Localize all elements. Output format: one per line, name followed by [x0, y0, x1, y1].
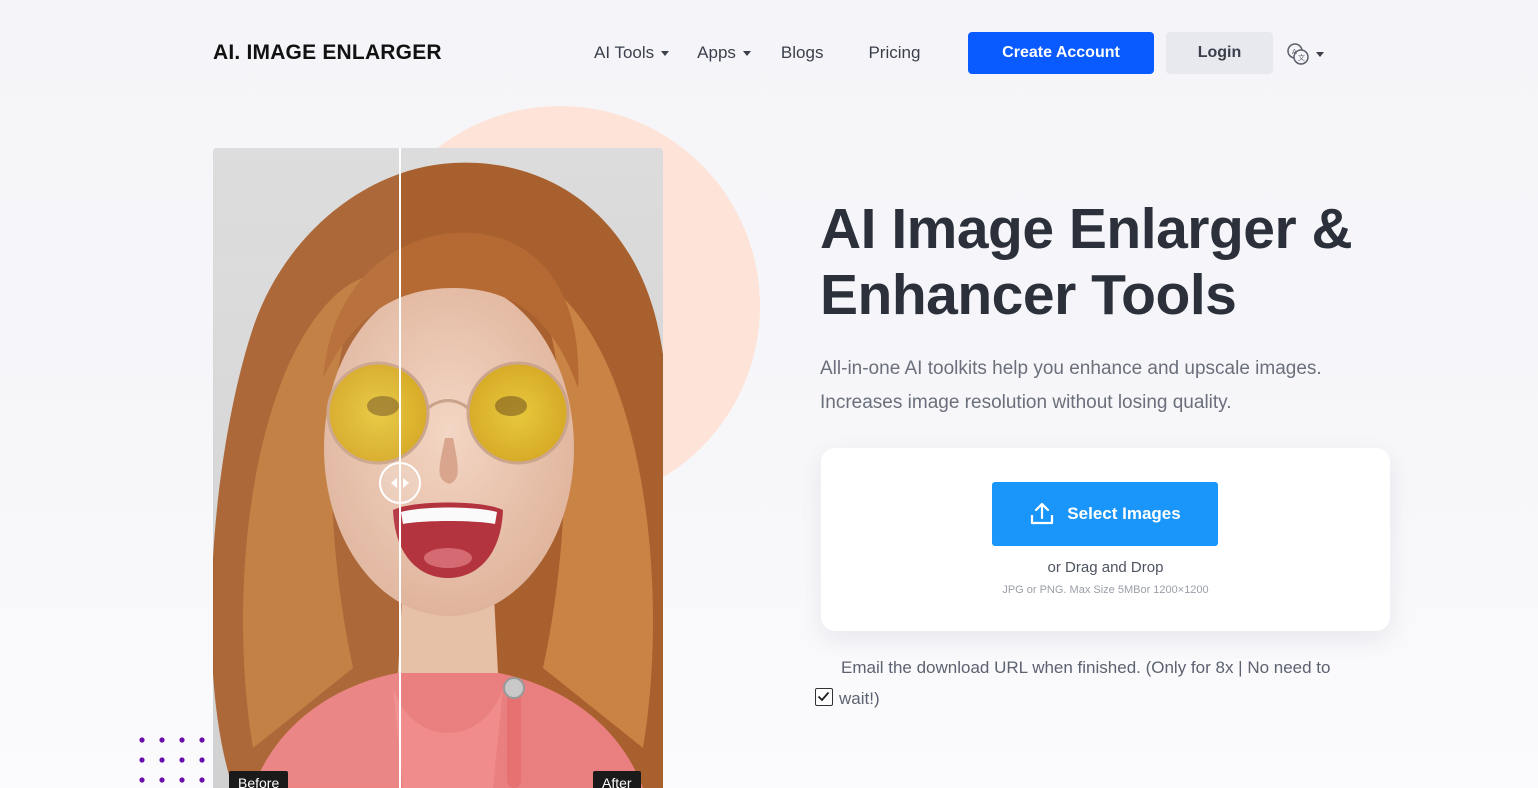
nav-ai-tools-label: AI Tools [594, 43, 655, 62]
page-title-line1: AI Image Enlarger & [820, 197, 1353, 261]
language-selector[interactable]: A 文 [1286, 42, 1326, 66]
decorative-dots [139, 737, 205, 783]
checkmark-icon [817, 691, 830, 702]
nav-blogs[interactable]: Blogs [781, 43, 824, 63]
nav-ai-tools[interactable]: AI Tools [594, 43, 670, 63]
left-right-arrows-icon [391, 478, 409, 488]
page-title-line2: Enhancer Tools [820, 263, 1237, 327]
login-button[interactable]: Login [1166, 32, 1273, 74]
translate-globe-icon: A 文 [1287, 43, 1309, 65]
chevron-down-icon [1316, 51, 1324, 57]
upload-icon [1031, 502, 1054, 525]
email-option-line2: wait!) [839, 689, 880, 708]
upload-dropzone[interactable]: Select Images or Drag and Drop JPG or PN… [821, 448, 1390, 631]
email-option-line1: Email the download URL when finished. (O… [841, 658, 1331, 677]
select-images-button[interactable]: Select Images [992, 482, 1218, 546]
create-account-button[interactable]: Create Account [968, 32, 1154, 74]
chevron-down-icon [742, 50, 751, 56]
drag-drop-text: or Drag and Drop [1047, 559, 1164, 576]
page-subtitle: All-in-one AI toolkits help you enhance … [820, 352, 1420, 420]
nav-apps[interactable]: Apps [697, 43, 751, 63]
nav-apps-label: Apps [697, 43, 736, 62]
file-requirements-hint: JPG or PNG. Max Size 5MBor 1200×1200 [1002, 584, 1209, 596]
nav-pricing[interactable]: Pricing [868, 43, 920, 63]
select-images-label: Select Images [1067, 504, 1181, 523]
email-option-checkbox[interactable] [815, 688, 833, 706]
svg-text:A: A [1292, 48, 1297, 56]
nav-blogs-label: Blogs [780, 43, 824, 62]
page-subtitle-line2: Increases image resolution without losin… [820, 392, 1232, 413]
before-after-comparison[interactable] [213, 148, 663, 788]
page-subtitle-line1: All-in-one AI toolkits help you enhance … [820, 358, 1322, 379]
page-title: AI Image Enlarger & Enhancer Tools [820, 196, 1440, 328]
svg-text:文: 文 [1298, 53, 1305, 62]
page: AI. IMAGE ENLARGER AI Tools Apps Blogs P… [0, 0, 1538, 788]
email-option-text: Email the download URL when finished. (O… [839, 652, 1401, 714]
portrait-image [213, 148, 663, 788]
chevron-down-icon [661, 50, 670, 56]
site-logo[interactable]: AI. IMAGE ENLARGER [213, 41, 442, 65]
main-nav: AI Tools Apps Blogs Pricing [594, 32, 920, 74]
comparison-slider-handle[interactable] [379, 462, 421, 504]
before-label: Before [229, 771, 289, 788]
nav-pricing-label: Pricing [868, 43, 921, 62]
after-label: After [593, 771, 641, 788]
